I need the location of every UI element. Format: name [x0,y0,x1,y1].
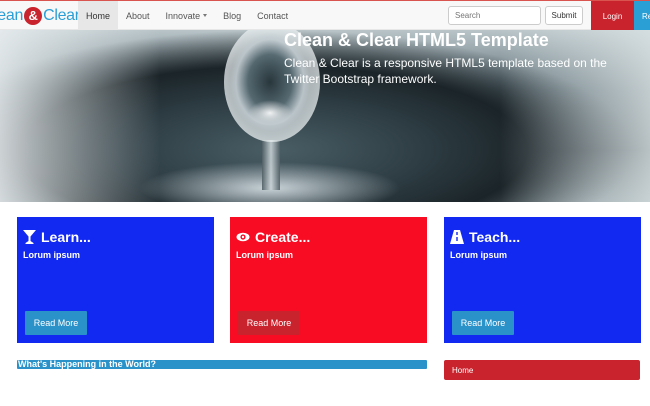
register-button[interactable]: Re [634,1,650,31]
eye-icon [236,232,250,242]
hero-description: Clean & Clear is a responsive HTML5 temp… [284,56,607,86]
card-teach: Teach... Lorum ipsum Read More [444,217,641,343]
hero-glow-left [0,30,160,202]
main-nav: Home About Innovate Blog Contact [78,1,296,30]
card-learn-heading: Learn... [41,229,91,245]
droplet-highlight [248,100,292,126]
card-teach-title: Teach... [450,229,520,245]
nav-about[interactable]: About [118,1,158,30]
hero-title: Clean & Clear HTML5 Template [284,30,549,50]
login-button[interactable]: Login [591,1,634,31]
cocktail-icon [23,230,36,244]
card-learn: Learn... Lorum ipsum Read More [17,217,214,343]
card-teach-heading: Teach... [469,229,521,245]
card-create-text: Lorum ipsum [236,250,294,260]
card-create-title: Create... [236,229,310,245]
teach-read-more-button[interactable]: Read More [452,311,514,335]
submit-button[interactable]: Submit [545,6,583,25]
nav-innovate-label: Innovate [165,10,201,21]
search-input[interactable] [448,6,541,25]
news-heading: What's Happening in the World? [18,359,156,369]
water-column [262,140,280,190]
sidebar-home-item[interactable]: Home [444,360,640,380]
ampersand-icon: & [24,7,43,25]
page: lean&Clear Home About Innovate Blog Cont… [0,0,650,406]
nav-contact[interactable]: Contact [249,1,296,30]
hero-banner: Clean & Clear HTML5 Template Clean & Cle… [0,30,650,202]
card-learn-text: Lorum ipsum [23,250,81,260]
nav-innovate[interactable]: Innovate [158,1,216,30]
card-create: Create... Lorum ipsum Read More [230,217,427,343]
brand-logo[interactable]: lean&Clear [0,5,80,27]
card-learn-title: Learn... [23,229,91,245]
create-read-more-button[interactable]: Read More [238,311,300,335]
nav-home[interactable]: Home [78,1,119,30]
road-icon [450,230,464,244]
card-teach-text: Lorum ipsum [450,250,508,260]
card-create-heading: Create... [255,229,311,245]
learn-read-more-button[interactable]: Read More [25,311,87,335]
navbar: lean&Clear Home About Innovate Blog Cont… [0,0,650,31]
nav-blog[interactable]: Blog [215,1,249,30]
caret-down-icon [203,14,208,17]
brand-text-right: Clear [43,7,80,24]
brand-text-left: lean [0,7,24,24]
